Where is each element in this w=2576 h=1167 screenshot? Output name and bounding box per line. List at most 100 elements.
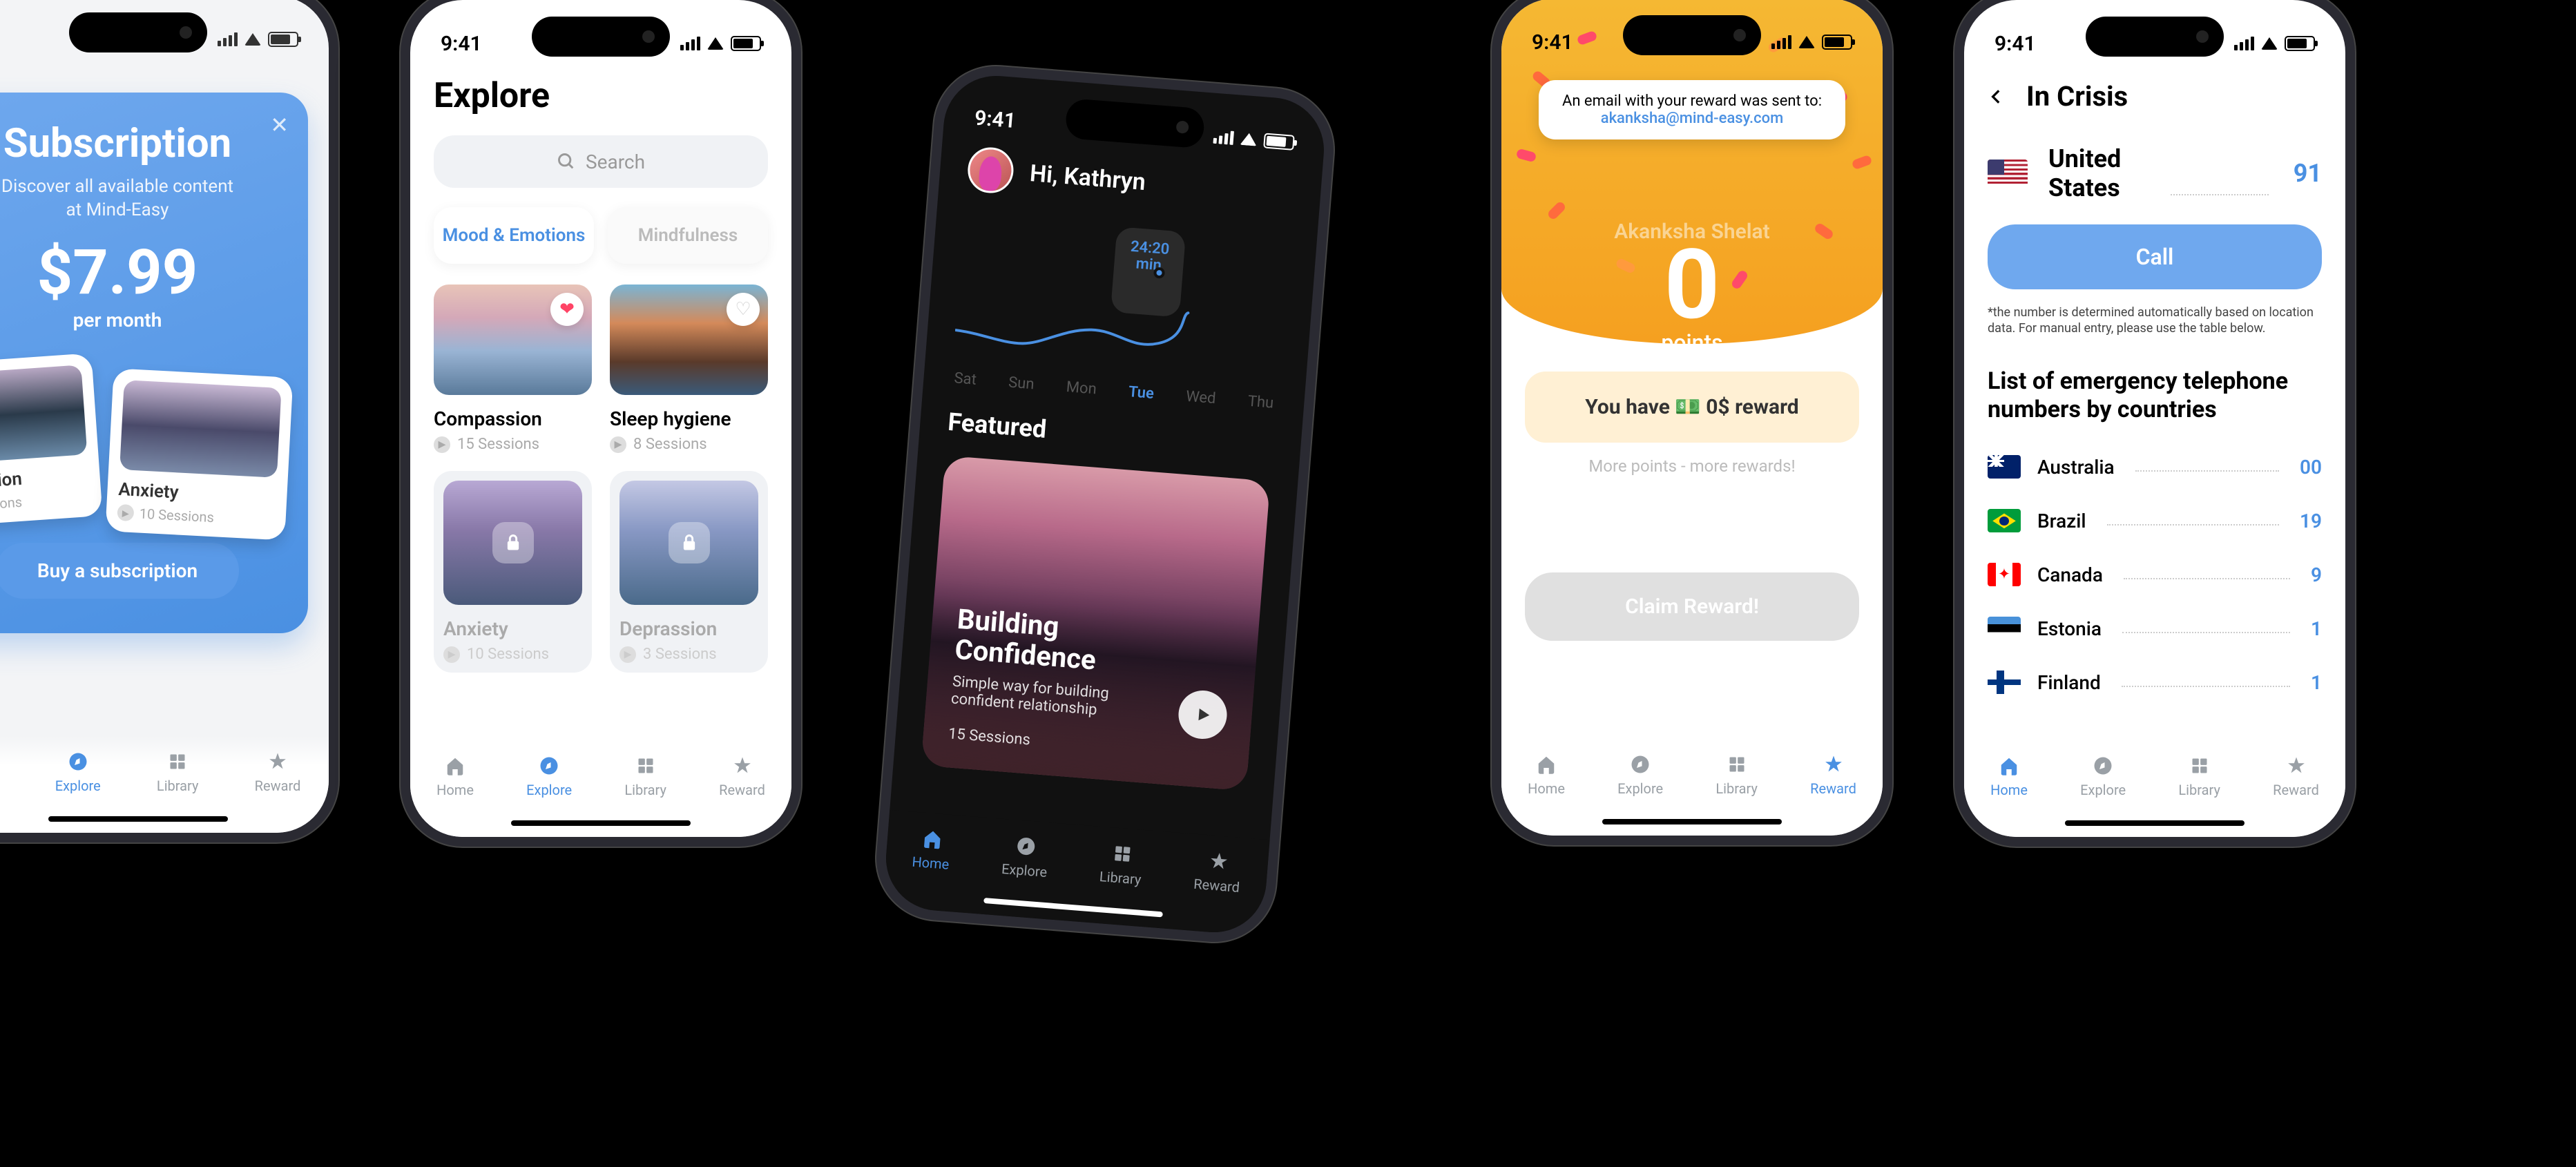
star-icon — [1206, 849, 1231, 874]
grid-icon — [634, 754, 657, 778]
tab-explore[interactable]: Explore — [1001, 833, 1050, 880]
subscription-per: per month — [0, 309, 287, 331]
compass-icon — [1014, 833, 1039, 859]
tab-home[interactable]: Home — [1528, 753, 1565, 797]
call-button[interactable]: Call — [1988, 224, 2322, 289]
featured-heading: Featured — [947, 407, 1274, 462]
tab-home[interactable]: Home — [912, 826, 952, 873]
disclaimer-text: *the number is determined automatically … — [1988, 305, 2322, 337]
tab-reward[interactable]: Reward — [1193, 848, 1242, 896]
claim-reward-button[interactable]: Claim Reward! — [1525, 572, 1859, 641]
star-icon — [731, 754, 754, 778]
compass-icon — [66, 750, 90, 773]
notch — [2086, 17, 2224, 57]
home-indicator[interactable] — [48, 816, 228, 822]
status-time: 9:41 — [1995, 32, 2036, 56]
search-input[interactable]: Search — [434, 135, 768, 188]
country-row[interactable]: Estonia 1 — [1988, 601, 2322, 655]
tab-reward[interactable]: Reward — [2273, 754, 2319, 798]
phone-subscription: lore ✕ Subscription Discover all availab… — [0, 0, 338, 842]
compass-icon — [2091, 754, 2115, 778]
status-time: 9:41 — [1532, 30, 1573, 55]
reward-subtext: More points - more rewards! — [1501, 456, 1883, 476]
compass-icon — [1628, 753, 1652, 776]
home-icon — [1997, 754, 2021, 778]
favorite-button[interactable]: ♡ — [727, 293, 760, 326]
money-icon: 💵 — [1675, 395, 1700, 419]
play-icon: ▸ — [443, 646, 460, 663]
tab-library[interactable]: Library — [157, 750, 199, 794]
search-icon — [557, 152, 576, 171]
category-pills: Mood & Emotions Mindfulness — [434, 207, 768, 264]
country-row[interactable]: Finland 1 — [1988, 655, 2322, 709]
tab-explore[interactable]: Explore — [55, 750, 101, 794]
play-icon: ▸ — [434, 436, 450, 453]
featured-sessions: 15 Sessions — [948, 725, 1224, 764]
flag-icon — [1988, 160, 2028, 187]
avatar[interactable] — [966, 146, 1015, 195]
favorite-button[interactable]: ❤ — [550, 293, 584, 326]
phone-crisis: 9:41 In Crisis United States 91 Call *th… — [1954, 0, 2355, 847]
grid-icon — [1110, 841, 1135, 867]
play-icon — [1193, 705, 1213, 724]
home-icon — [1535, 753, 1558, 776]
tab-home[interactable]: Home — [1990, 754, 2028, 798]
chart-line-icon — [953, 276, 1285, 385]
star-icon — [266, 750, 289, 773]
country-row[interactable]: ✦ Canada 9 — [1988, 548, 2322, 601]
subscription-title: Subscription — [0, 120, 287, 167]
home-indicator[interactable] — [1602, 819, 1782, 824]
country-list[interactable]: Australia 00 Brazil 19 ✦ Canada 9 — [1988, 440, 2322, 709]
content-card[interactable]: ❤ Compassion ▸15 Sessions — [434, 284, 592, 453]
content-card-locked[interactable]: Anxiety ▸10 Sessions — [434, 471, 592, 673]
reward-email-link[interactable]: akanksha@mind-easy.com — [1601, 110, 1784, 127]
preview-title: Anxiety — [118, 479, 276, 508]
grid-icon — [166, 750, 189, 773]
buy-subscription-button[interactable]: Buy a subscription — [0, 543, 239, 599]
home-indicator[interactable] — [2065, 820, 2245, 826]
subscription-price: $7.99 — [0, 236, 287, 309]
notch — [532, 17, 670, 57]
tab-home[interactable]: Home — [436, 754, 474, 798]
phone-reward: 9:41 An email with your reward was sent … — [1492, 0, 1892, 845]
content-card[interactable]: ♡ Sleep hygiene ▸8 Sessions — [610, 284, 768, 453]
tab-explore[interactable]: Explore — [2080, 754, 2126, 798]
flag-icon — [1988, 671, 2021, 694]
pill-mindfulness[interactable]: Mindfulness — [608, 207, 768, 264]
card-title: Anxiety — [443, 617, 582, 640]
back-icon[interactable] — [1988, 88, 2006, 106]
country-row[interactable]: Australia 00 — [1988, 440, 2322, 494]
pill-mood[interactable]: Mood & Emotions — [434, 207, 594, 264]
preview-card[interactable]: Anxiety ▸10 Sessions — [105, 368, 293, 540]
play-icon: ▸ — [117, 503, 134, 521]
tab-reward[interactable]: Reward — [255, 750, 301, 794]
subscription-desc: Discover all available contentat Mind-Ea… — [0, 175, 287, 222]
country-row[interactable]: Brazil 19 — [1988, 494, 2322, 548]
status-time: 9:41 — [441, 32, 482, 56]
flag-icon — [1988, 509, 2021, 532]
subscription-preview-row: Deprassion ▸3 Sessions Anxiety ▸10 Sessi… — [0, 352, 273, 515]
flag-icon — [1988, 455, 2021, 479]
subscription-card: ✕ Subscription Discover all available co… — [0, 93, 308, 633]
tab-library[interactable]: Library — [1099, 840, 1144, 888]
list-heading: List of emergency telephone numbers by c… — [1988, 367, 2322, 424]
tab-library[interactable]: Library — [2178, 754, 2220, 798]
notch — [1623, 15, 1761, 55]
usage-chart[interactable]: 24:20min SatSunMonTueWedThu — [951, 222, 1289, 412]
tab-reward[interactable]: Reward — [719, 754, 765, 798]
phone-home: 9:41 Hi, Kathryn 24:20min SatSunMonTueWe… — [872, 61, 1338, 947]
featured-card[interactable]: BuildingConfidence Simple way for buildi… — [921, 456, 1271, 791]
star-icon — [1822, 753, 1845, 776]
flag-icon — [1988, 617, 2021, 640]
tab-explore[interactable]: Explore — [526, 754, 572, 798]
tab-library[interactable]: Library — [1715, 753, 1758, 797]
tab-reward[interactable]: Reward — [1810, 753, 1856, 797]
preview-card[interactable]: Deprassion ▸3 Sessions — [0, 353, 103, 528]
tab-library[interactable]: Library — [624, 754, 666, 798]
home-indicator[interactable] — [511, 820, 691, 826]
content-card-locked[interactable]: Deprassion ▸3 Sessions — [610, 471, 768, 673]
tab-explore[interactable]: Explore — [1617, 753, 1663, 797]
main-country-number: 91 — [2294, 159, 2322, 188]
home-icon — [443, 754, 467, 778]
close-icon[interactable]: ✕ — [270, 112, 289, 138]
